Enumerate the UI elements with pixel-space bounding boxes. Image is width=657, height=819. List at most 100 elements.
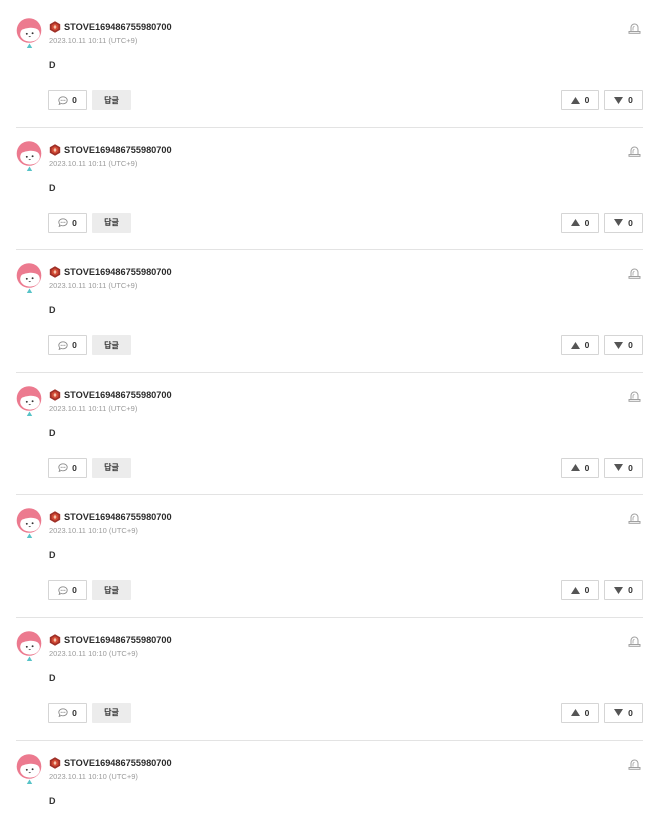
downvote-button[interactable]: 0 [604, 90, 643, 110]
triangle-down-icon [614, 219, 624, 227]
hexagon-badge-icon [49, 144, 61, 156]
comment-count: 0 [72, 217, 77, 228]
downvote-button[interactable]: 0 [604, 457, 643, 478]
comment-count-button[interactable]: 0 [48, 580, 87, 601]
comment-count: 0 [72, 340, 77, 351]
report-siren-icon[interactable] [628, 144, 641, 157]
comment-timestamp: 2023.10.11 10:10 (UTC+9) [49, 526, 138, 536]
upvote-count: 0 [584, 217, 590, 228]
comment-timestamp: 2023.10.11 10:11 (UTC+9) [49, 158, 138, 168]
comment-author[interactable]: STOVE169486755980700 [64, 389, 172, 401]
upvote-button[interactable]: 0 [561, 212, 599, 233]
profile-avatar[interactable] [15, 141, 43, 172]
comment-author[interactable]: STOVE169486755980700 [64, 266, 172, 278]
comment-count-button[interactable]: 0 [48, 702, 87, 723]
triangle-down-icon [614, 96, 624, 104]
speech-bubble-icon [58, 96, 68, 105]
downvote-count: 0 [628, 217, 633, 228]
reply-button-label: 답글 [104, 340, 119, 350]
comment-item: STOVE169486755980700 2023.10.11 10:10 (U… [16, 495, 643, 618]
reply-button[interactable]: 답글 [92, 457, 131, 478]
profile-avatar[interactable] [15, 754, 43, 785]
upvote-button[interactable]: 0 [561, 580, 599, 601]
reply-button[interactable]: 답글 [92, 580, 131, 601]
triangle-down-icon [614, 341, 624, 349]
upvote-count: 0 [584, 340, 590, 351]
downvote-button[interactable]: 0 [604, 212, 643, 233]
downvote-count: 0 [628, 707, 633, 718]
speech-bubble-icon [58, 463, 68, 472]
comment-item: STOVE169486755980700 2023.10.11 10:11 (U… [16, 373, 643, 496]
reply-button[interactable]: 답글 [92, 702, 131, 723]
upvote-count: 0 [584, 95, 590, 105]
comment-list: STOVE169486755980700 2023.10.11 10:11 (U… [0, 0, 657, 819]
comment-author[interactable]: STOVE169486755980700 [64, 757, 172, 769]
triangle-up-icon [570, 341, 580, 349]
profile-avatar[interactable] [15, 18, 43, 49]
downvote-count: 0 [628, 340, 633, 351]
report-siren-icon[interactable] [628, 21, 641, 34]
comment-count: 0 [72, 95, 77, 105]
comment-text: D [49, 550, 56, 561]
profile-avatar[interactable] [15, 631, 43, 662]
comment-timestamp: 2023.10.11 10:10 (UTC+9) [49, 648, 138, 658]
comment-author[interactable]: STOVE169486755980700 [64, 21, 172, 33]
upvote-count: 0 [584, 707, 590, 718]
comment-text: D [49, 182, 56, 193]
reply-button[interactable]: 답글 [92, 212, 131, 233]
downvote-button[interactable]: 0 [604, 580, 643, 601]
report-siren-icon[interactable] [628, 266, 641, 279]
comment-count-button[interactable]: 0 [48, 212, 87, 233]
comment-count-button[interactable]: 0 [48, 90, 87, 110]
reply-button-label: 답글 [104, 95, 119, 105]
comment-item: STOVE169486755980700 2023.10.11 10:11 (U… [16, 128, 643, 251]
report-siren-icon[interactable] [628, 511, 641, 524]
reply-button-label: 답글 [104, 708, 119, 718]
downvote-button[interactable]: 0 [604, 335, 643, 356]
comment-author[interactable]: STOVE169486755980700 [64, 511, 172, 523]
comment-text: D [49, 305, 56, 316]
downvote-count: 0 [628, 95, 633, 105]
comment-text: D [49, 427, 56, 438]
comment-count: 0 [72, 462, 77, 473]
profile-avatar[interactable] [15, 263, 43, 294]
profile-avatar[interactable] [15, 386, 43, 417]
comment-item: STOVE169486755980700 2023.10.11 10:11 (U… [16, 5, 643, 128]
comment-author[interactable]: STOVE169486755980700 [64, 634, 172, 646]
downvote-count: 0 [628, 585, 633, 596]
report-siren-icon[interactable] [628, 757, 641, 770]
comment-timestamp: 2023.10.11 10:11 (UTC+9) [49, 281, 138, 291]
upvote-button[interactable]: 0 [561, 90, 599, 110]
reply-button-label: 답글 [104, 463, 119, 473]
hexagon-badge-icon [49, 511, 61, 523]
comment-text: D [49, 672, 56, 683]
upvote-button[interactable]: 0 [561, 457, 599, 478]
profile-avatar[interactable] [15, 508, 43, 539]
comment-item: STOVE169486755980700 2023.10.11 10:10 (U… [16, 618, 643, 741]
upvote-count: 0 [584, 585, 590, 596]
reply-button[interactable]: 답글 [92, 90, 131, 110]
hexagon-badge-icon [49, 389, 61, 401]
triangle-up-icon [570, 96, 580, 104]
triangle-down-icon [614, 464, 624, 472]
report-siren-icon[interactable] [628, 634, 641, 647]
hexagon-badge-icon [49, 634, 61, 646]
upvote-button[interactable]: 0 [561, 335, 599, 356]
triangle-up-icon [570, 709, 580, 717]
report-siren-icon[interactable] [628, 389, 641, 402]
reply-button[interactable]: 답글 [92, 335, 131, 356]
speech-bubble-icon [58, 586, 68, 595]
comment-count: 0 [72, 585, 77, 596]
reply-button-label: 답글 [104, 218, 119, 228]
speech-bubble-icon [58, 218, 68, 227]
upvote-button[interactable]: 0 [561, 702, 599, 723]
comment-text: D [49, 60, 56, 70]
comment-count-button[interactable]: 0 [48, 457, 87, 478]
downvote-button[interactable]: 0 [604, 702, 643, 723]
comment-count-button[interactable]: 0 [48, 335, 87, 356]
hexagon-badge-icon [49, 21, 61, 33]
comment-text: D [49, 795, 56, 806]
comment-author[interactable]: STOVE169486755980700 [64, 144, 172, 156]
upvote-count: 0 [584, 462, 590, 473]
comment-timestamp: 2023.10.11 10:10 (UTC+9) [49, 771, 138, 781]
